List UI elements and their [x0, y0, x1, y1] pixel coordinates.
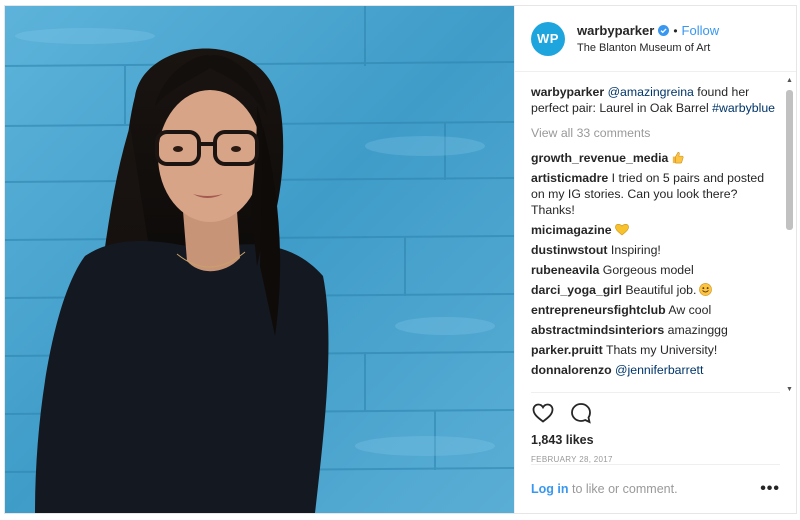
post-date: FEBRUARY 28, 2017 [531, 455, 613, 464]
more-options-icon[interactable]: ••• [760, 480, 780, 498]
thumbs-up-icon [673, 152, 684, 164]
comment-text: Inspiring! [607, 243, 661, 257]
comment-item: rubeneavila Gorgeous model [531, 262, 780, 278]
instagram-post: WP warbyparker • Follow The Blanton Muse… [4, 5, 797, 514]
post-caption: warbyparker @amazingreina found her perf… [531, 84, 780, 116]
caption-username[interactable]: warbyparker [531, 85, 604, 99]
smile-icon [699, 283, 713, 296]
comment-text: Thats my University! [602, 343, 718, 357]
comment-item: donnalorenzo @jenniferbarrett [531, 362, 780, 378]
login-suffix: to like or comment. [568, 482, 678, 496]
comment-username[interactable]: entrepreneursfightclub [531, 303, 666, 317]
caption-hashtag[interactable]: #warbyblue [712, 101, 775, 115]
login-prompt: Log in to like or comment. [531, 482, 678, 496]
login-link[interactable]: Log in [531, 482, 569, 496]
comment-username[interactable]: donnalorenzo [531, 363, 612, 377]
post-actions [531, 392, 780, 427]
post-location[interactable]: The Blanton Museum of Art [577, 42, 719, 54]
post-footer: Log in to like or comment. ••• [531, 464, 780, 513]
header-separator: • [673, 23, 678, 38]
likes-count[interactable]: 1,843 likes [515, 427, 796, 447]
photo-illustration [5, 6, 514, 513]
comment-username[interactable]: parker.pruitt [531, 343, 603, 357]
post-photo[interactable] [5, 6, 514, 513]
comment-username[interactable]: dustinwstout [531, 243, 608, 257]
comment-item: artisticmadre I tried on 5 pairs and pos… [531, 170, 780, 218]
post-header: WP warbyparker • Follow The Blanton Muse… [515, 6, 796, 72]
comments-list[interactable]: warbyparker @amazingreina found her perf… [515, 72, 796, 392]
comment-username[interactable]: artisticmadre [531, 171, 608, 185]
comment-item: parker.pruitt Thats my University! [531, 342, 780, 358]
comment-item: entrepreneursfightclub Aw cool [531, 302, 780, 318]
comment-item: abstractmindsinteriors amazinggg [531, 322, 780, 338]
comment-username[interactable]: growth_revenue_media [531, 151, 668, 165]
comment-item: dustinwstout Inspiring! [531, 242, 780, 258]
header-info: warbyparker • Follow The Blanton Museum … [577, 23, 719, 54]
comment-username[interactable]: micimagazine [531, 223, 612, 237]
scroll-thumb[interactable] [786, 90, 793, 230]
comment-mention[interactable]: @jenniferbarrett [615, 363, 703, 377]
comment-text: Gorgeous model [599, 263, 694, 277]
header-username[interactable]: warbyparker [577, 23, 654, 38]
view-all-comments-link[interactable]: View all 33 comments [531, 125, 780, 141]
comment-item: micimagazine [531, 222, 780, 238]
comment-text: Beautiful job. [621, 283, 697, 297]
comment-username[interactable]: rubeneavila [531, 263, 599, 277]
heart-icon [614, 224, 629, 236]
comment-text: Aw cool [665, 303, 712, 317]
verified-badge-icon [658, 25, 670, 36]
comment-username[interactable]: abstractmindsinteriors [531, 323, 664, 337]
avatar[interactable]: WP [531, 21, 565, 56]
like-heart-icon[interactable] [531, 401, 555, 425]
comment-item: darci_yoga_girl Beautiful job. [531, 282, 780, 298]
scroll-up-arrow-icon[interactable]: ▲ [785, 76, 794, 85]
scroll-down-arrow-icon[interactable]: ▼ [785, 385, 794, 394]
follow-button[interactable]: Follow [682, 23, 720, 38]
post-sidebar: WP warbyparker • Follow The Blanton Muse… [514, 6, 796, 513]
header-line: warbyparker • Follow [577, 23, 719, 38]
comment-text: amazinggg [664, 323, 728, 337]
comment-bubble-icon[interactable] [569, 401, 593, 425]
comment-item: growth_revenue_media [531, 150, 780, 166]
comments-scrollbar[interactable]: ▲ ▼ [785, 76, 794, 394]
caption-mention[interactable]: @amazingreina [608, 85, 694, 99]
comment-username[interactable]: darci_yoga_girl [531, 283, 622, 297]
